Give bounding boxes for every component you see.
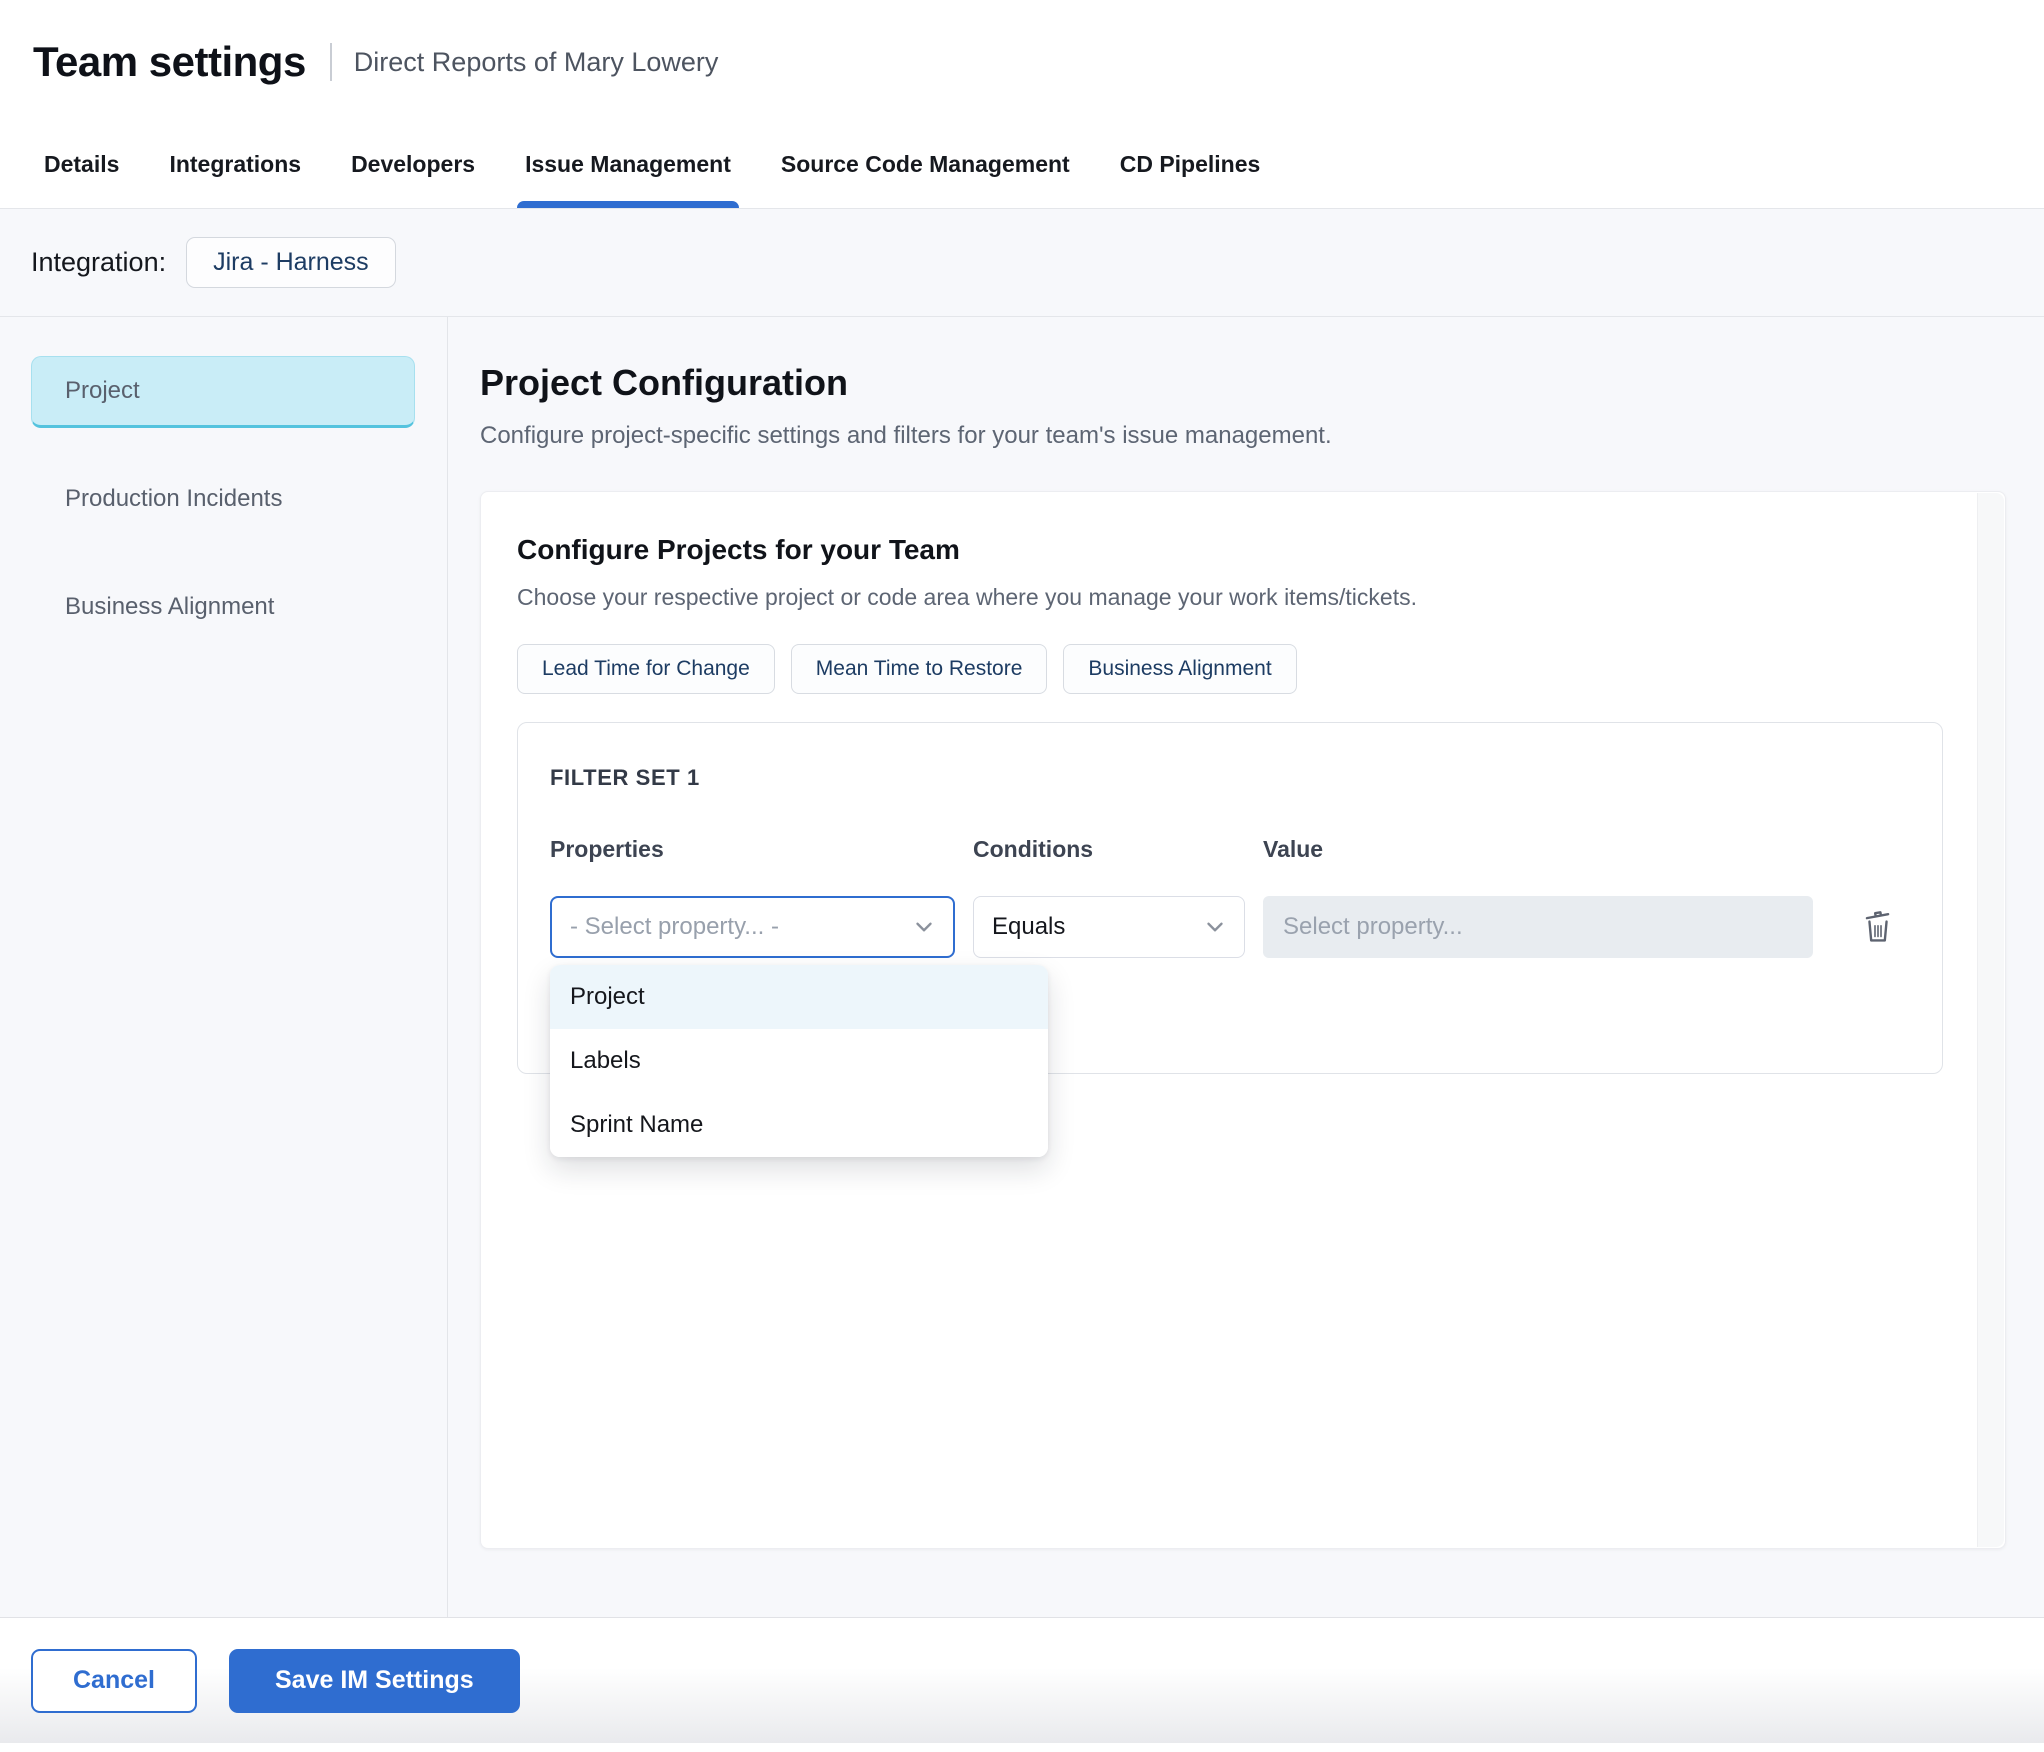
card-title: Configure Projects for your Team	[517, 534, 960, 565]
properties-column-label: Properties	[550, 836, 664, 862]
property-select-value: - Select property... -	[570, 913, 779, 940]
metric-tab-bar: Lead Time for Change Mean Time to Restor…	[517, 644, 1941, 694]
filter-controls-row: - Select property... - Equals	[550, 896, 1910, 958]
metric-tab-lead-time-for-change[interactable]: Lead Time for Change	[517, 644, 775, 694]
property-options-dropdown: Project Labels Sprint Name	[550, 965, 1048, 1157]
filter-set-title: FILTER SET 1	[550, 765, 700, 790]
section-title: Project Configuration	[480, 362, 848, 403]
trash-icon	[1865, 911, 1890, 942]
main-panel: Project Configuration Configure project-…	[448, 317, 2044, 1617]
integration-chip-jira-harness[interactable]: Jira - Harness	[186, 237, 396, 288]
team-name-subtitle: Direct Reports of Mary Lowery	[353, 46, 719, 77]
value-column-label: Value	[1263, 836, 1324, 862]
page-title: Team settings	[33, 38, 306, 85]
configure-projects-card: Configure Projects for your Team Choose …	[480, 491, 2006, 1549]
dropdown-option-project[interactable]: Project	[550, 965, 1048, 1029]
filter-column-labels: Properties Conditions Value	[550, 835, 1910, 863]
metric-tab-mean-time-to-restore[interactable]: Mean Time to Restore	[790, 644, 1048, 694]
tab-integrations[interactable]: Integrations	[169, 150, 301, 208]
chevron-down-icon	[1207, 922, 1223, 932]
property-select[interactable]: - Select property... -	[550, 896, 955, 958]
card-scrollbar-track[interactable]	[1977, 493, 2004, 1547]
sidebar-item-production-incidents[interactable]: Production Incidents	[31, 484, 415, 514]
dropdown-option-labels[interactable]: Labels	[550, 1029, 1048, 1093]
settings-sidebar: Project Production Incidents Business Al…	[0, 317, 448, 1617]
tab-issue-management[interactable]: Issue Management	[517, 150, 739, 208]
tab-developers[interactable]: Developers	[351, 150, 475, 208]
tab-bar: Details Integrations Developers Issue Ma…	[0, 150, 2044, 209]
metric-tab-business-alignment[interactable]: Business Alignment	[1063, 644, 1297, 694]
section-description: Configure project-specific settings and …	[480, 422, 1332, 449]
tab-source-code-management[interactable]: Source Code Management	[781, 150, 1070, 208]
content-area: Project Production Incidents Business Al…	[0, 317, 2044, 1617]
conditions-column-label: Conditions	[973, 836, 1094, 862]
tab-details[interactable]: Details	[44, 150, 119, 208]
footer-action-bar: Cancel Save IM Settings	[0, 1617, 2044, 1743]
value-input[interactable]	[1263, 896, 1813, 958]
sidebar-item-project[interactable]: Project	[31, 356, 415, 428]
card-description: Choose your respective project or code a…	[517, 584, 1417, 610]
save-im-settings-button[interactable]: Save IM Settings	[228, 1648, 520, 1713]
integration-row: Integration: Jira - Harness	[0, 209, 2044, 317]
condition-select[interactable]: Equals	[973, 896, 1245, 958]
sidebar-item-business-alignment[interactable]: Business Alignment	[31, 592, 415, 622]
chevron-down-icon	[916, 922, 932, 932]
team-settings-page: Team settings Direct Reports of Mary Low…	[0, 0, 2044, 1752]
condition-select-value: Equals	[992, 913, 1066, 940]
page-header: Team settings Direct Reports of Mary Low…	[0, 0, 2044, 86]
dropdown-option-sprint-name[interactable]: Sprint Name	[550, 1093, 1048, 1157]
integration-label: Integration:	[31, 247, 167, 277]
filter-set-panel: FILTER SET 1 Properties Conditions Value…	[517, 722, 1943, 1157]
tab-cd-pipelines[interactable]: CD Pipelines	[1120, 150, 1261, 208]
cancel-button[interactable]: Cancel	[31, 1648, 197, 1713]
title-divider	[329, 43, 332, 81]
delete-filter-button[interactable]	[1859, 896, 1910, 958]
